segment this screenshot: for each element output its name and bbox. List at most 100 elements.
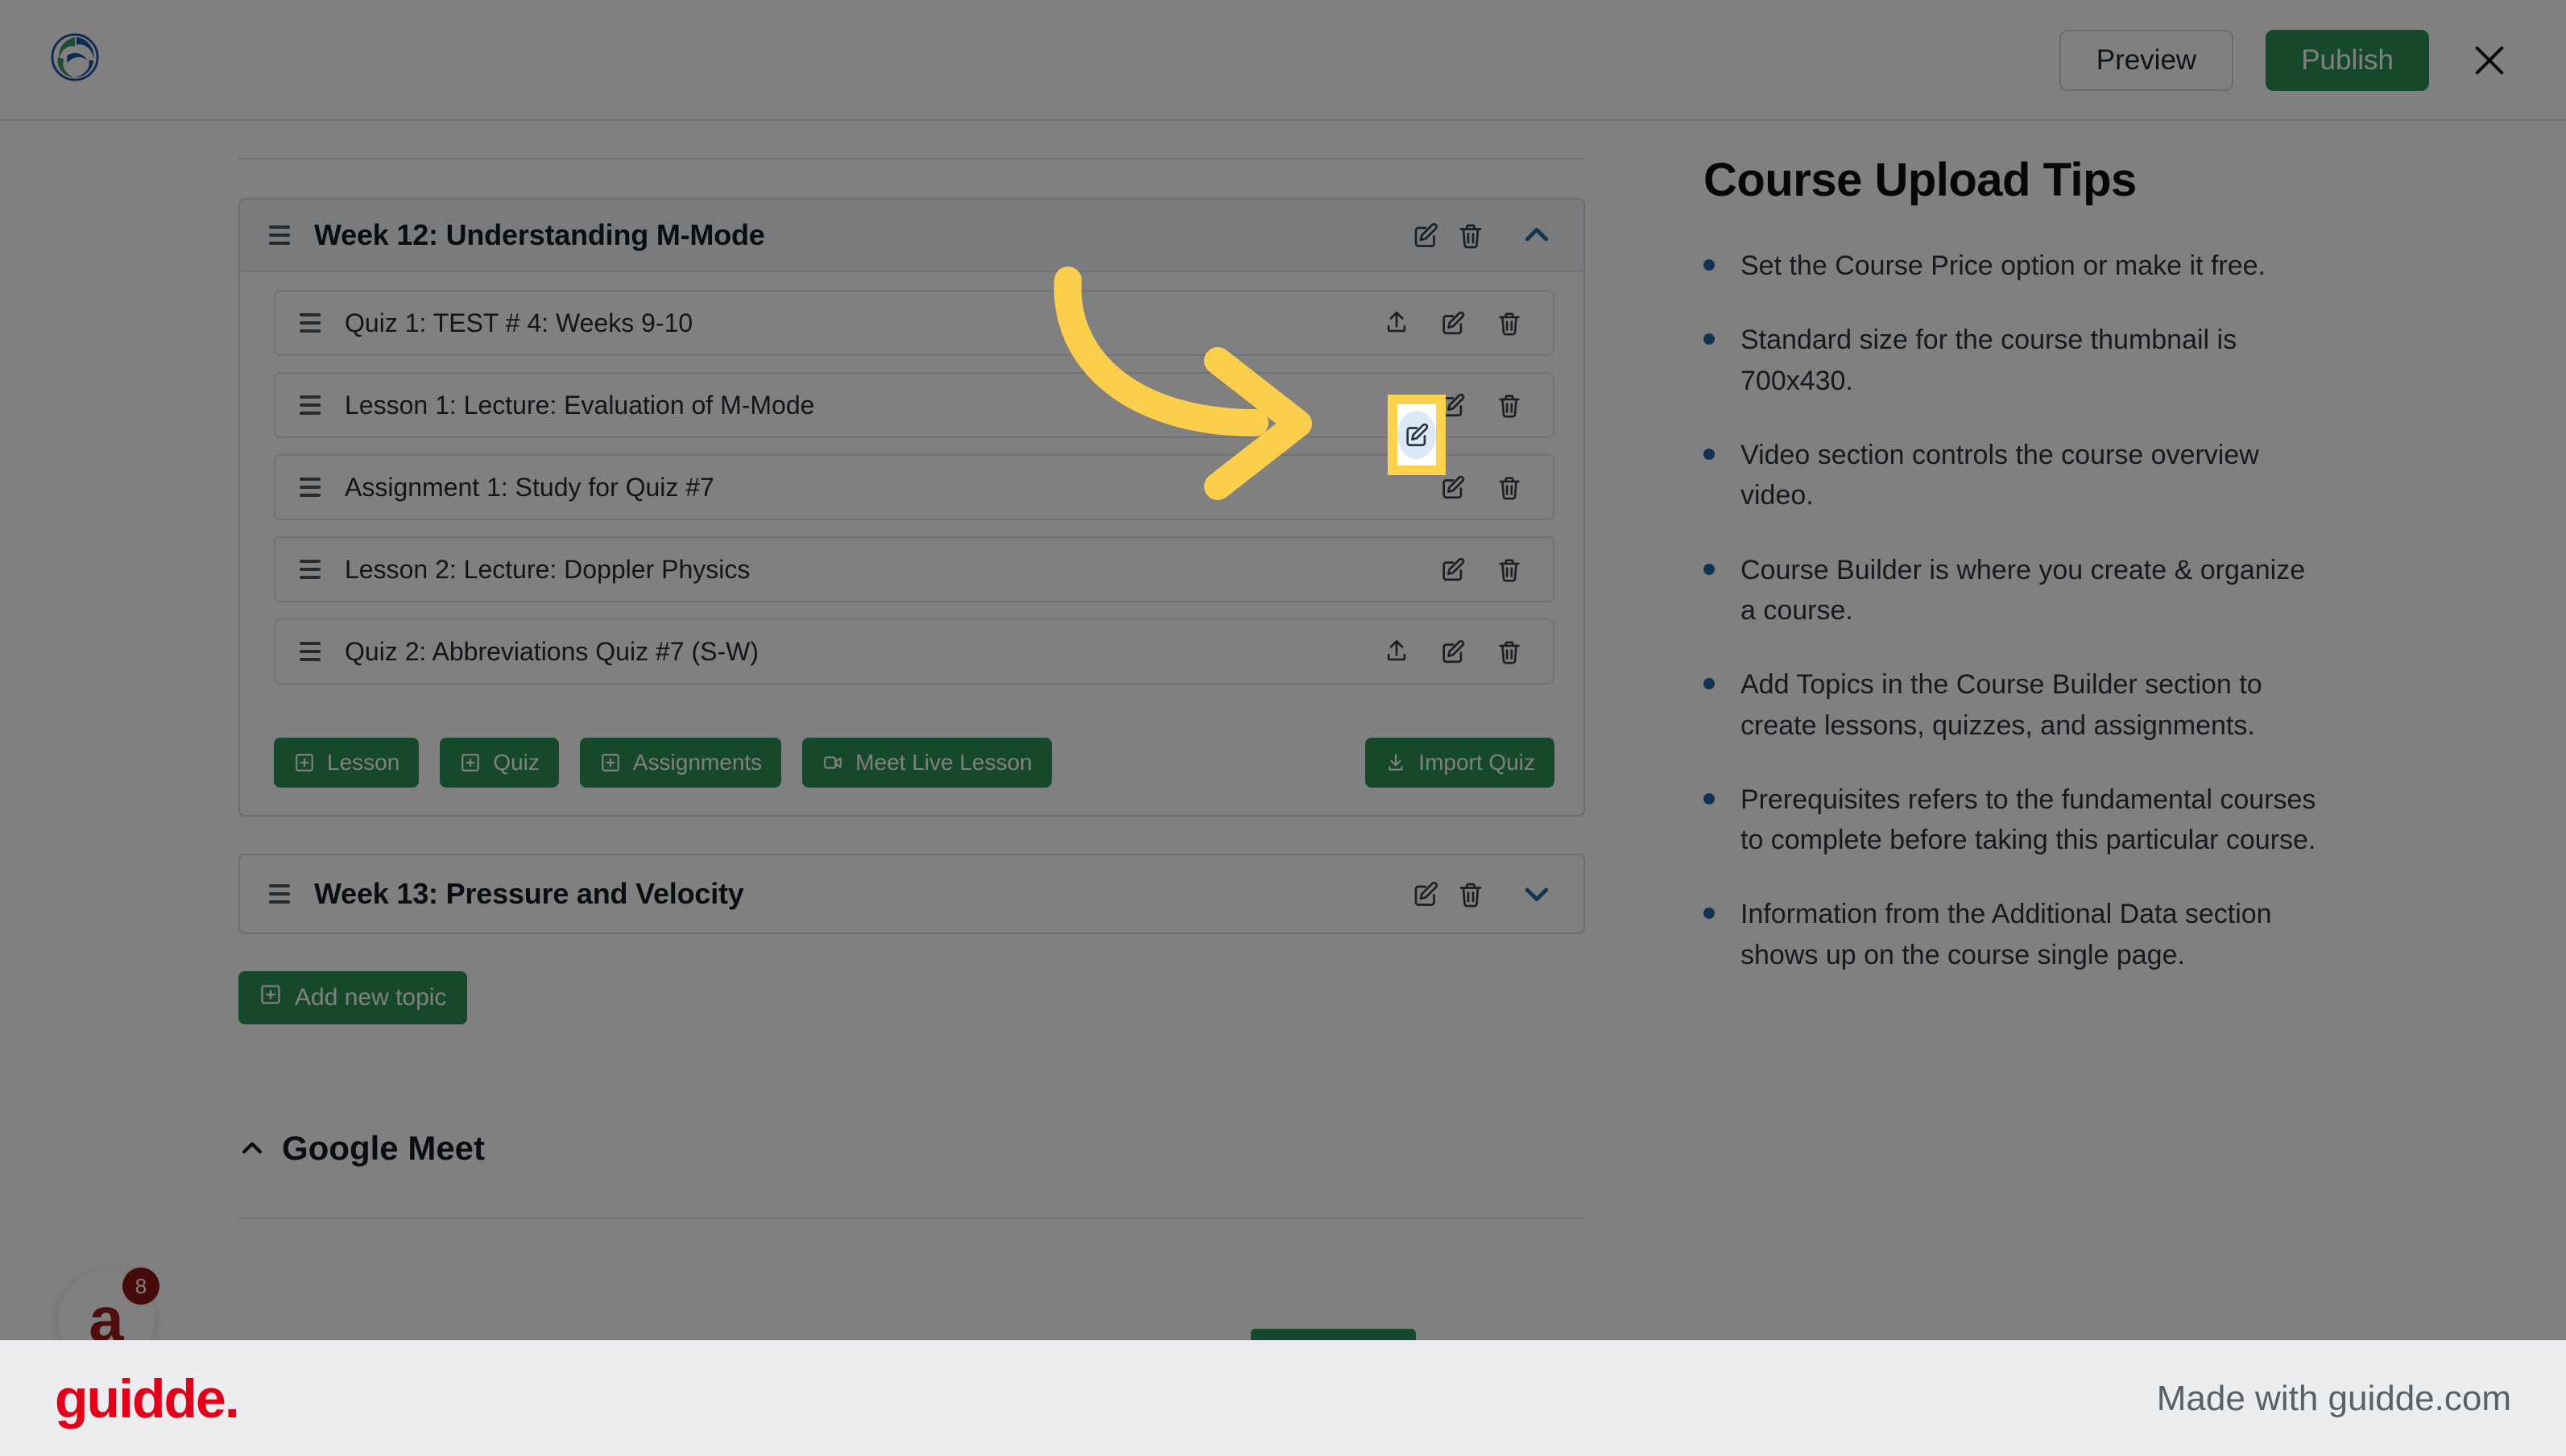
plus-square-icon (293, 751, 316, 774)
publish-button[interactable]: Publish (2266, 30, 2429, 91)
content-row-title: Lesson 2: Lecture: Doppler Physics (345, 554, 751, 584)
trash-icon[interactable] (1448, 213, 1493, 258)
tip-list-item: Course Builder is where you create & org… (1703, 550, 2348, 631)
bullet-icon (1703, 792, 1715, 805)
trash-icon[interactable] (1487, 465, 1532, 510)
edit-pencil-icon[interactable] (1430, 383, 1475, 428)
import-quiz-label: Import Quiz (1418, 750, 1535, 775)
chevron-up-icon[interactable] (1514, 213, 1559, 258)
drag-handle-icon[interactable] (300, 391, 327, 419)
meet-live-lesson-label: Meet Live Lesson (855, 750, 1033, 775)
add-assignments-button[interactable]: Assignments (579, 738, 782, 788)
content-row[interactable]: Quiz 2: Abbreviations Quiz #7 (S-W) (274, 618, 1554, 685)
content-row-title: Quiz 2: Abbreviations Quiz #7 (S-W) (345, 636, 759, 666)
content-row-actions (1374, 300, 1532, 345)
drag-handle-icon[interactable] (300, 638, 327, 665)
drag-handle-icon[interactable] (269, 880, 296, 908)
edit-pencil-icon[interactable] (1430, 547, 1475, 592)
tip-list-item: Prerequisites refers to the fundamental … (1703, 780, 2348, 861)
trash-icon[interactable] (1487, 383, 1532, 428)
edit-pencil-icon[interactable] (1403, 871, 1448, 916)
content-row[interactable]: Lesson 1: Lecture: Evaluation of M-Mode (274, 372, 1554, 438)
google-meet-header[interactable]: Google Meet (238, 1129, 1585, 1168)
main-content-area: Week 12: Understanding M-Mode Quiz 1: TE… (0, 121, 2566, 1340)
preview-button[interactable]: Preview (2059, 30, 2234, 91)
guidde-logo: guidde. (55, 1367, 240, 1429)
topic-header-week-12[interactable]: Week 12: Understanding M-Mode (240, 200, 1583, 272)
content-row-title: Lesson 1: Lecture: Evaluation of M-Mode (345, 390, 815, 420)
topic-header-week-13[interactable]: Week 13: Pressure and Velocity (240, 855, 1583, 933)
content-row-actions (1374, 629, 1532, 674)
add-lesson-label: Lesson (327, 750, 400, 775)
drag-handle-icon[interactable] (300, 474, 327, 501)
close-icon[interactable] (2461, 32, 2518, 89)
plus-square-icon (259, 983, 282, 1012)
add-new-topic-row: Add new topic (238, 971, 1585, 1024)
content-row-actions (1430, 547, 1532, 592)
content-row-actions (1430, 383, 1532, 428)
tip-text: Course Builder is where you create & org… (1740, 554, 2306, 626)
edit-pencil-icon[interactable] (1430, 465, 1475, 510)
content-row-title: Quiz 1: TEST # 4: Weeks 9-10 (345, 308, 693, 337)
trash-icon[interactable] (1487, 547, 1532, 592)
trash-icon[interactable] (1487, 300, 1532, 345)
topic-title: Week 13: Pressure and Velocity (314, 877, 744, 910)
chevron-up-icon[interactable] (238, 1135, 266, 1162)
meet-live-lesson-button[interactable]: Meet Live Lesson (802, 738, 1052, 788)
content-row-actions (1430, 465, 1532, 510)
content-row-title: Assignment 1: Study for Quiz #7 (345, 472, 714, 502)
circular-swirl-logo-icon (50, 32, 100, 82)
plus-square-icon (599, 751, 622, 774)
download-tray-icon (1384, 751, 1407, 774)
bottom-green-button-peek[interactable] (1251, 1329, 1416, 1340)
chat-unread-badge: 8 (122, 1268, 159, 1305)
drag-handle-icon[interactable] (300, 556, 327, 583)
content-row[interactable]: Quiz 1: TEST # 4: Weeks 9-10 (274, 290, 1554, 356)
add-new-topic-label: Add new topic (295, 984, 447, 1011)
bullet-icon (1703, 678, 1715, 690)
made-with-guidde-text: Made with guidde.com (2156, 1378, 2511, 1418)
topic-card-week-12: Week 12: Understanding M-Mode Quiz 1: TE… (238, 198, 1585, 817)
top-toolbar: Preview Publish (0, 0, 2566, 121)
drag-handle-icon[interactable] (269, 221, 296, 249)
topic-card-week-13: Week 13: Pressure and Velocity (238, 854, 1585, 934)
upload-icon[interactable] (1374, 300, 1419, 345)
add-quiz-button[interactable]: Quiz (440, 738, 559, 788)
content-row[interactable]: Lesson 2: Lecture: Doppler Physics (274, 536, 1554, 602)
bullet-icon (1703, 448, 1715, 460)
content-row[interactable]: Assignment 1: Study for Quiz #7 (274, 454, 1554, 520)
edit-pencil-icon[interactable] (1430, 300, 1475, 345)
bullet-icon (1703, 259, 1715, 271)
upload-icon[interactable] (1374, 629, 1419, 674)
video-camera-icon (822, 751, 844, 774)
course-upload-tips-panel: Course Upload Tips Set the Course Price … (1703, 153, 2348, 1009)
add-lesson-button[interactable]: Lesson (274, 738, 420, 788)
topic-title: Week 12: Understanding M-Mode (314, 218, 765, 251)
bullet-icon (1703, 333, 1715, 345)
tips-panel-title: Course Upload Tips (1703, 154, 2137, 206)
trash-icon[interactable] (1448, 871, 1493, 916)
bullet-icon (1703, 908, 1715, 920)
edit-pencil-icon[interactable] (1403, 213, 1448, 258)
tip-text: Set the Course Price option or make it f… (1740, 250, 2266, 281)
import-quiz-button[interactable]: Import Quiz (1365, 738, 1554, 788)
tip-text: Prerequisites refers to the fundamental … (1740, 784, 2316, 856)
chevron-down-icon[interactable] (1514, 871, 1559, 916)
section-divider-top (238, 158, 1585, 159)
tip-list-item: Add Topics in the Course Builder section… (1703, 664, 2348, 746)
edit-pencil-icon[interactable] (1430, 629, 1475, 674)
add-quiz-label: Quiz (493, 750, 540, 775)
tip-text: Standard size for the course thumbnail i… (1740, 325, 2237, 396)
add-new-topic-button[interactable]: Add new topic (238, 971, 468, 1024)
tip-list-item: Video section controls the course overvi… (1703, 435, 2348, 516)
tip-text: Video section controls the course overvi… (1740, 439, 2259, 511)
drag-handle-icon[interactable] (300, 309, 327, 337)
trash-icon[interactable] (1487, 629, 1532, 674)
add-assignments-label: Assignments (632, 750, 763, 775)
topbar-actions: Preview Publish (2059, 0, 2518, 121)
topic-body-week-12: Quiz 1: TEST # 4: Weeks 9-10 Lesson 1: L… (240, 272, 1583, 709)
chat-widget-logo: a (89, 1284, 124, 1340)
plus-square-icon (459, 751, 482, 774)
course-builder-column: Week 12: Understanding M-Mode Quiz 1: TE… (238, 121, 1585, 1219)
topic-action-buttons: Lesson Quiz Assignments Meet Live Lesson… (240, 709, 1583, 815)
